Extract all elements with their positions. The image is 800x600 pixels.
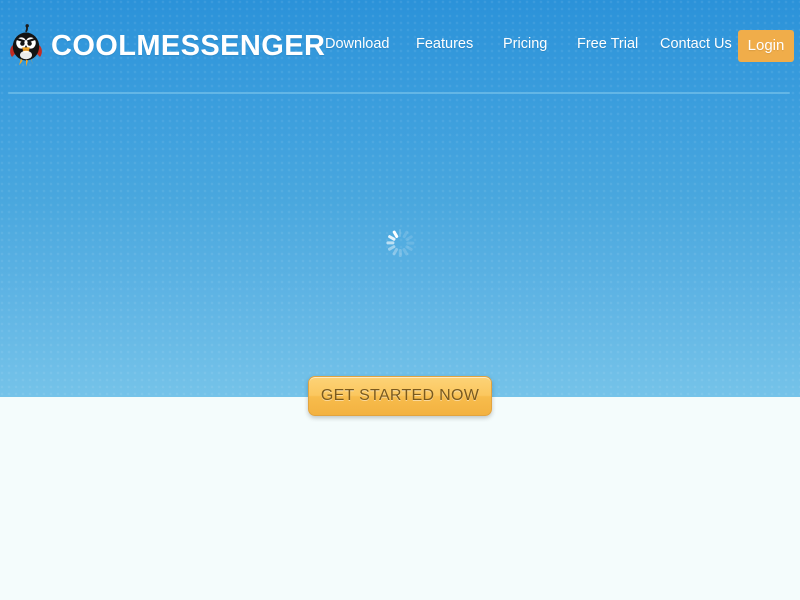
nav-link-download[interactable]: Download	[325, 33, 390, 55]
brand-name: COOLMESSENGER	[51, 29, 326, 62]
angry-bird-logo-icon	[10, 24, 42, 67]
login-button[interactable]: Login	[738, 30, 794, 62]
header-divider	[8, 92, 790, 94]
page-root: COOLMESSENGER Download Features Pricing …	[0, 0, 800, 600]
loading-spinner-icon	[385, 228, 415, 258]
nav-link-contact-us[interactable]: Contact Us	[660, 33, 732, 55]
loading-spinner	[385, 228, 415, 258]
brand-logo[interactable]: COOLMESSENGER	[8, 22, 325, 70]
site-header: COOLMESSENGER Download Features Pricing …	[0, 0, 800, 94]
get-started-now-button[interactable]: GET STARTED NOW	[308, 376, 492, 416]
nav-link-features[interactable]: Features	[416, 33, 473, 55]
nav-link-free-trial[interactable]: Free Trial	[577, 33, 638, 55]
nav-link-pricing[interactable]: Pricing	[503, 33, 547, 55]
main-navigation: Download Features Pricing Free Trial Con…	[320, 33, 732, 59]
lower-content-section	[0, 397, 800, 600]
